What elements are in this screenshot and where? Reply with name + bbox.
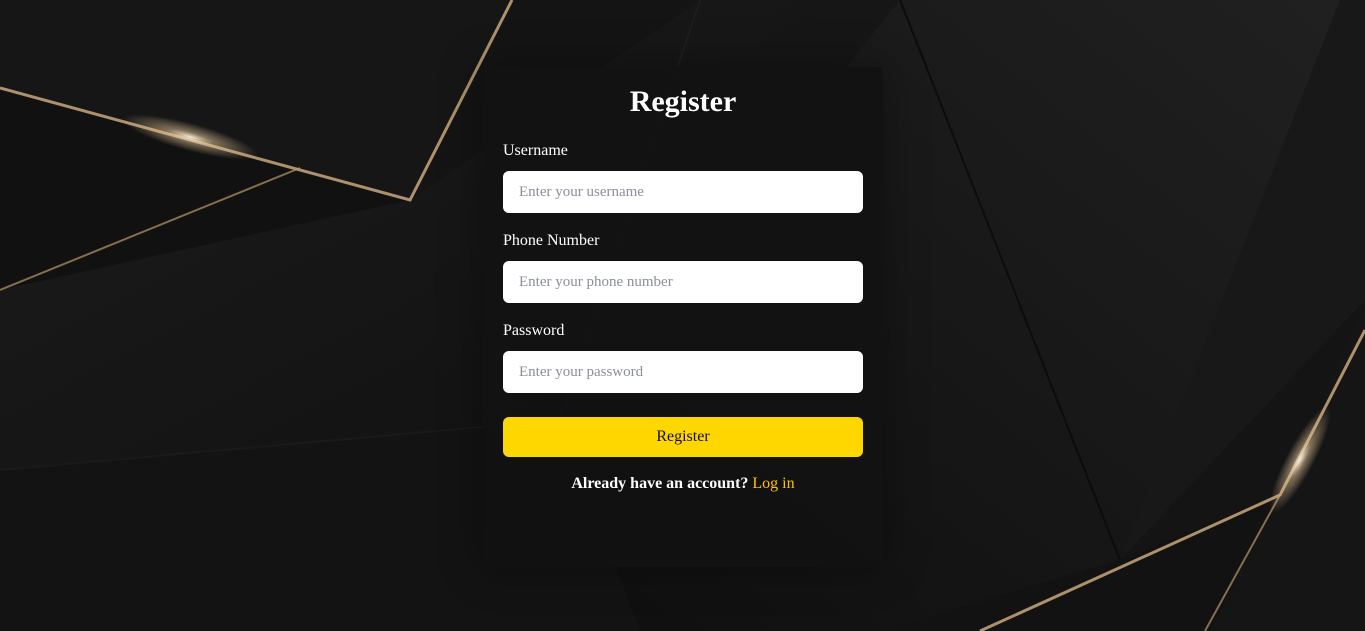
login-prompt: Already have an account? Log in [483,475,883,493]
page-title: Register [629,85,737,118]
password-label: Password [503,322,565,339]
register-card: Register Username Phone Number Password … [483,67,883,567]
phone-input[interactable] [503,261,863,303]
login-prompt-text: Already have an account? [571,475,749,492]
register-button[interactable]: Register [503,417,863,457]
password-input[interactable] [503,351,863,393]
username-input[interactable] [503,171,863,213]
login-link[interactable]: Log in [752,475,794,492]
username-label: Username [503,142,568,159]
phone-label: Phone Number [503,232,600,249]
